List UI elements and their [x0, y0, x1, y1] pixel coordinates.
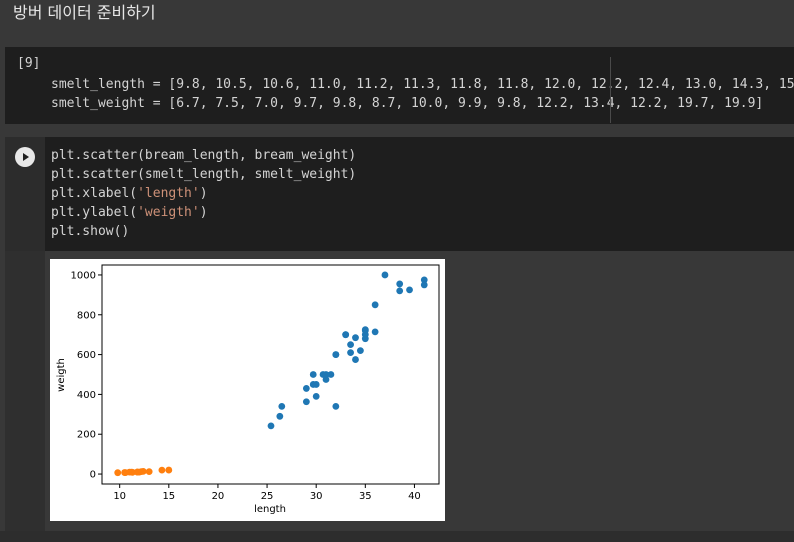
code-cell-scatter-plot[interactable]: plt.scatter(bream_length, bream_weight) …: [5, 137, 794, 251]
bream-data-point: [352, 356, 359, 363]
bream-data-point: [312, 381, 320, 388]
bream-data-point: [278, 402, 286, 410]
bream-data-point: [396, 280, 404, 288]
bream-data-point: [381, 271, 389, 279]
execution-count: [9]: [17, 56, 41, 71]
y-tick-label: 400: [77, 390, 96, 401]
bream-data-point: [371, 328, 379, 336]
bream-data-point: [327, 371, 335, 378]
code-line: plt.scatter(bream_length, bream_weight): [51, 148, 357, 163]
x-tick-label: 40: [408, 491, 421, 502]
y-tick-label: 1000: [71, 270, 96, 281]
smelt-data-point: [139, 467, 147, 475]
x-tick-label: 10: [113, 491, 126, 502]
scatter-chart: 10 15 20 25 30 35 40 02004006008001000 length …: [56, 264, 440, 515]
x-tick-label: 35: [359, 491, 372, 502]
code-editor[interactable]: plt.scatter(bream_length, bream_weight) …: [51, 146, 356, 241]
smelt-data-point: [145, 468, 153, 476]
y-tick-label: 0: [90, 470, 96, 481]
smelt-data-point: [158, 466, 166, 474]
bream-data-point: [352, 334, 359, 342]
bream-data-point: [406, 286, 413, 294]
bream-data-point: [356, 347, 364, 355]
x-tick-label: 25: [261, 491, 274, 502]
x-tick-label: 20: [212, 491, 225, 502]
bream-data-point: [396, 287, 404, 295]
code-line: plt.ylabel('weigth'): [51, 205, 208, 220]
y-tick-label: 600: [77, 350, 96, 361]
code-line: smelt_weight = [6.7, 7.5, 7.0, 9.7, 9.8,…: [51, 96, 764, 111]
code-editor[interactable]: smelt_length = [9.8, 10.5, 10.6, 11.0, 1…: [51, 75, 794, 113]
bream-data-point: [332, 402, 340, 410]
bream-data-point: [420, 281, 428, 289]
bream-data-point: [302, 398, 310, 406]
bream-data-point: [371, 301, 379, 309]
bream-data-point: [347, 349, 354, 356]
bream-data-point: [342, 331, 350, 339]
y-axis-label: weigth: [56, 358, 67, 392]
code-line: plt.scatter(smelt_length, smelt_weight): [51, 167, 357, 182]
x-tick-label: 15: [162, 491, 175, 502]
section-heading: 방버 데이터 준비하기: [13, 3, 156, 22]
bream-data-point: [361, 327, 369, 335]
run-cell-button[interactable]: [15, 147, 35, 167]
y-tick-label: 800: [77, 310, 96, 321]
column-ruler: [610, 57, 611, 123]
bream-data-point: [312, 393, 320, 400]
plot-area: [101, 264, 440, 485]
output-gutter: [5, 251, 45, 531]
scatter-plot-output: 10 15 20 25 30 35 40 0 200 400 600 800 1000 length …: [50, 259, 445, 521]
bream-data-point: [309, 371, 317, 378]
code-line: plt.xlabel('length'): [51, 186, 208, 201]
x-axis-label: length: [254, 504, 286, 515]
bream-data-point: [267, 422, 275, 430]
bream-data-point: [347, 341, 354, 349]
bream-data-point: [276, 412, 284, 420]
code-line: smelt_length = [9.8, 10.5, 10.6, 11.0, 1…: [51, 77, 794, 92]
bream-data-point: [332, 351, 340, 358]
y-tick-label: 200: [77, 430, 96, 441]
x-tick-label: 30: [310, 491, 323, 502]
cell-gutter: [5, 137, 45, 251]
code-line: plt.show(): [51, 224, 130, 239]
bream-data-point: [302, 385, 310, 392]
smelt-data-point: [165, 466, 173, 474]
smelt-data-point: [114, 469, 122, 477]
bottom-bar: [0, 531, 794, 542]
code-cell-smelt-data[interactable]: [9] smelt_length = [9.8, 10.5, 10.6, 11.…: [5, 47, 794, 124]
